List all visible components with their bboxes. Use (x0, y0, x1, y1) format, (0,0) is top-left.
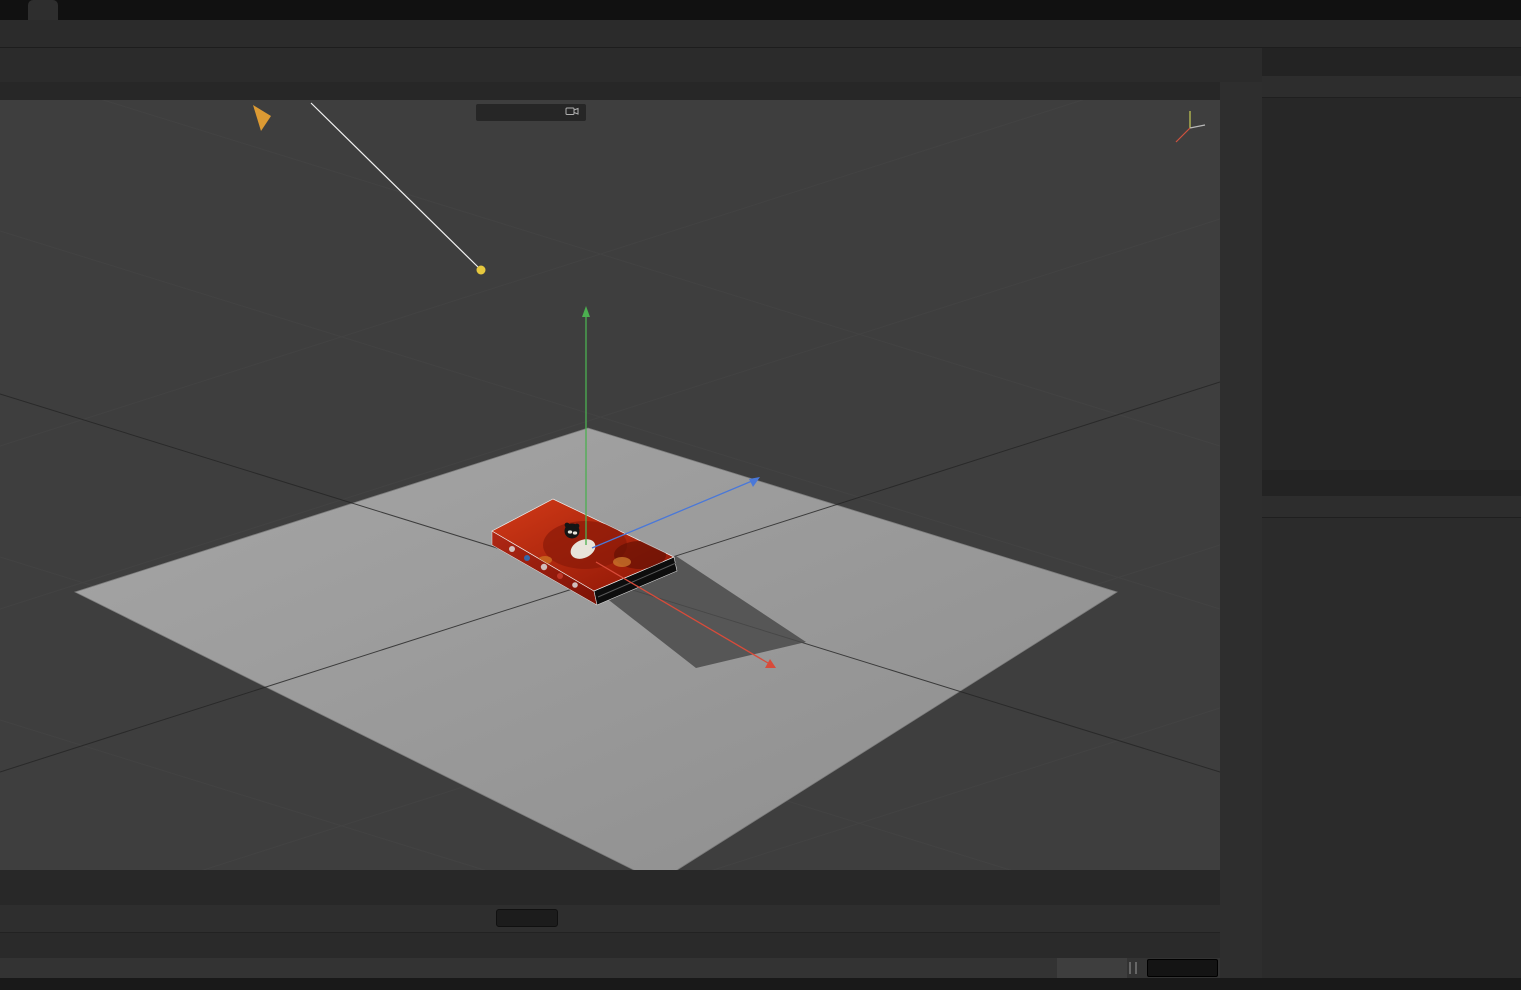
timeline-range-bar[interactable] (0, 958, 1220, 978)
document-tab[interactable] (28, 0, 58, 20)
viewport[interactable] (0, 82, 1220, 905)
main-menu-bar (0, 20, 1521, 48)
viewport-3d-scene[interactable] (0, 100, 1220, 905)
camera-label-overlay[interactable] (476, 104, 586, 121)
attribute-manager-panel (1262, 470, 1521, 978)
range-grip[interactable] (1129, 962, 1137, 974)
current-frame-box[interactable] (1147, 959, 1218, 977)
range-end-handle[interactable] (1057, 958, 1127, 978)
light-handle-dot[interactable] (477, 266, 486, 275)
viewport-menu-bar (0, 82, 1220, 100)
object-manager-menu (1262, 76, 1521, 98)
cinema4d-window (0, 0, 1521, 990)
attribute-tab-chips-row2 (1262, 548, 1521, 552)
attribute-manager-tabs (1262, 470, 1521, 496)
object-manager-tabs (1262, 50, 1521, 76)
attribute-manager-menu (1262, 496, 1521, 518)
viewport-info-strip (0, 870, 1220, 905)
object-manager-panel (1262, 50, 1521, 470)
title-bar (0, 0, 1521, 20)
timeline-ruler[interactable] (0, 932, 1220, 958)
animation-toolbar (0, 905, 1220, 932)
main-toolbar (0, 48, 1262, 82)
attribute-object-header (1262, 518, 1521, 544)
layout-mode-tabs (1018, 0, 1513, 20)
status-bar (0, 978, 1521, 990)
current-frame-field[interactable] (496, 909, 558, 927)
object-creation-palette (1220, 82, 1262, 978)
